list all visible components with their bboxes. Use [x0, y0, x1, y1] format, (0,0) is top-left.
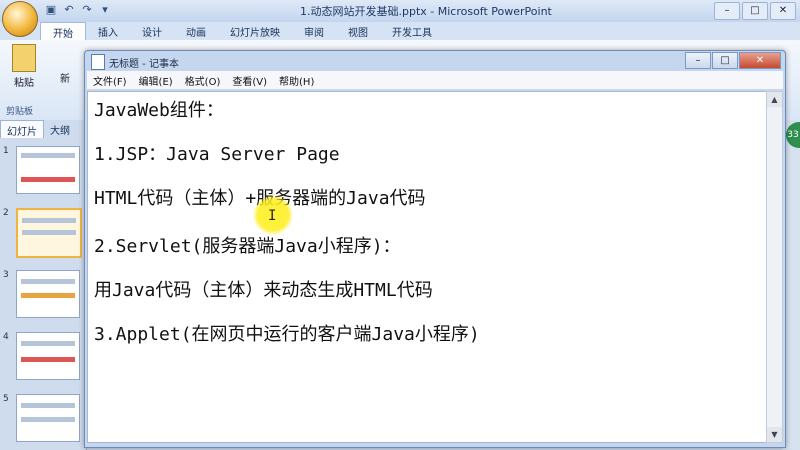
maximize-button[interactable]: □: [742, 2, 768, 20]
notepad-text-area[interactable]: JavaWeb组件： 1.JSP：Java Server Page HTML代码…: [87, 91, 767, 443]
notepad-close-button[interactable]: ✕: [739, 52, 781, 69]
text-line: JavaWeb组件：: [94, 100, 224, 121]
slide-thumbnail-row[interactable]: 3: [0, 268, 86, 324]
slide-thumbnail-selected[interactable]: [16, 208, 82, 258]
save-icon[interactable]: ▣: [44, 3, 58, 17]
tab-outline[interactable]: 大纲: [44, 120, 76, 138]
paste-label: 粘贴: [14, 78, 34, 89]
redo-icon[interactable]: ↷: [80, 3, 94, 17]
slide-thumbnail-row[interactable]: 5: [0, 392, 86, 448]
text-line: 1.JSP：Java Server Page: [94, 144, 340, 165]
notepad-titlebar[interactable]: 无标题 - 记事本 – □ ✕: [85, 51, 785, 71]
notepad-title: 无标题 - 记事本: [109, 59, 179, 70]
pane-tabs: 幻灯片 大纲: [0, 120, 86, 138]
tab-home[interactable]: 开始: [40, 22, 86, 40]
quick-access-toolbar: ▣ ↶ ↷ ▾: [44, 3, 112, 17]
vertical-scrollbar[interactable]: ▲ ▼: [766, 91, 783, 443]
slides-pane: 幻灯片 大纲 1 2 3 4 5: [0, 120, 87, 450]
clipboard-group-label: 剪贴板: [6, 107, 34, 117]
menu-edit[interactable]: 编辑(E): [133, 73, 179, 88]
ribbon-tabs: 开始 插入 设计 动画 幻灯片放映 审阅 视图 开发工具: [0, 22, 800, 40]
menu-format[interactable]: 格式(O): [179, 73, 227, 88]
tab-design[interactable]: 设计: [130, 22, 174, 40]
slide-number: 1: [3, 146, 9, 156]
notepad-icon: [91, 54, 105, 70]
slide-number: 2: [3, 208, 9, 218]
slide-number: 3: [3, 270, 9, 280]
tab-slideshow[interactable]: 幻灯片放映: [218, 22, 292, 40]
notepad-minimize-button[interactable]: –: [685, 52, 711, 69]
slide-thumbnail[interactable]: [16, 146, 80, 194]
customize-qat-icon[interactable]: ▾: [98, 3, 112, 17]
tab-review[interactable]: 审阅: [292, 22, 336, 40]
slide-thumbnail[interactable]: [16, 332, 80, 380]
tab-developer[interactable]: 开发工具: [380, 22, 444, 40]
minimize-button[interactable]: –: [714, 2, 740, 20]
menu-help[interactable]: 帮助(H): [273, 73, 320, 88]
powerpoint-titlebar: ▣ ↶ ↷ ▾ 1.动态网站开发基础.pptx - Microsoft Powe…: [0, 0, 800, 23]
slide-thumbnail-row[interactable]: 2: [0, 206, 86, 262]
close-button[interactable]: ✕: [770, 2, 796, 20]
paste-button[interactable]: 粘贴: [4, 44, 44, 89]
text-line: 3.Applet(在网页中运行的客户端Java小程序): [94, 324, 480, 345]
menu-file[interactable]: 文件(F): [87, 73, 133, 88]
scroll-up-icon[interactable]: ▲: [767, 92, 782, 107]
clipboard-icon: [12, 44, 36, 72]
text-line: 2.Servlet(服务器端Java小程序)：: [94, 236, 401, 257]
slide-thumbnail-row[interactable]: 1: [0, 144, 86, 200]
powerpoint-window-controls: – □ ✕: [714, 2, 796, 20]
tab-view[interactable]: 视图: [336, 22, 380, 40]
notepad-menubar: 文件(F) 编辑(E) 格式(O) 查看(V) 帮助(H): [87, 71, 783, 90]
tab-animation[interactable]: 动画: [174, 22, 218, 40]
scroll-down-icon[interactable]: ▼: [767, 427, 782, 442]
notepad-maximize-button[interactable]: □: [712, 52, 738, 69]
text-line: 用Java代码（主体）来动态生成HTML代码: [94, 280, 433, 301]
notepad-window: 无标题 - 记事本 – □ ✕ 文件(F) 编辑(E) 格式(O) 查看(V) …: [84, 50, 786, 448]
text-cursor-icon: I: [268, 208, 277, 224]
office-button[interactable]: [2, 1, 38, 37]
slide-number: 4: [3, 332, 9, 342]
undo-icon[interactable]: ↶: [62, 3, 76, 17]
powerpoint-window-title: 1.动态网站开发基础.pptx - Microsoft PowerPoint: [300, 5, 552, 18]
slide-thumbnail[interactable]: [16, 394, 80, 442]
tab-insert[interactable]: 插入: [86, 22, 130, 40]
notepad-window-controls: – □ ✕: [685, 52, 781, 69]
slide-thumbnail[interactable]: [16, 270, 80, 318]
tab-slides[interactable]: 幻灯片: [0, 120, 44, 138]
menu-view[interactable]: 查看(V): [226, 73, 273, 88]
slide-thumbnail-row[interactable]: 4: [0, 330, 86, 386]
new-slide-button[interactable]: 新: [60, 70, 70, 85]
slide-number: 5: [3, 394, 9, 404]
